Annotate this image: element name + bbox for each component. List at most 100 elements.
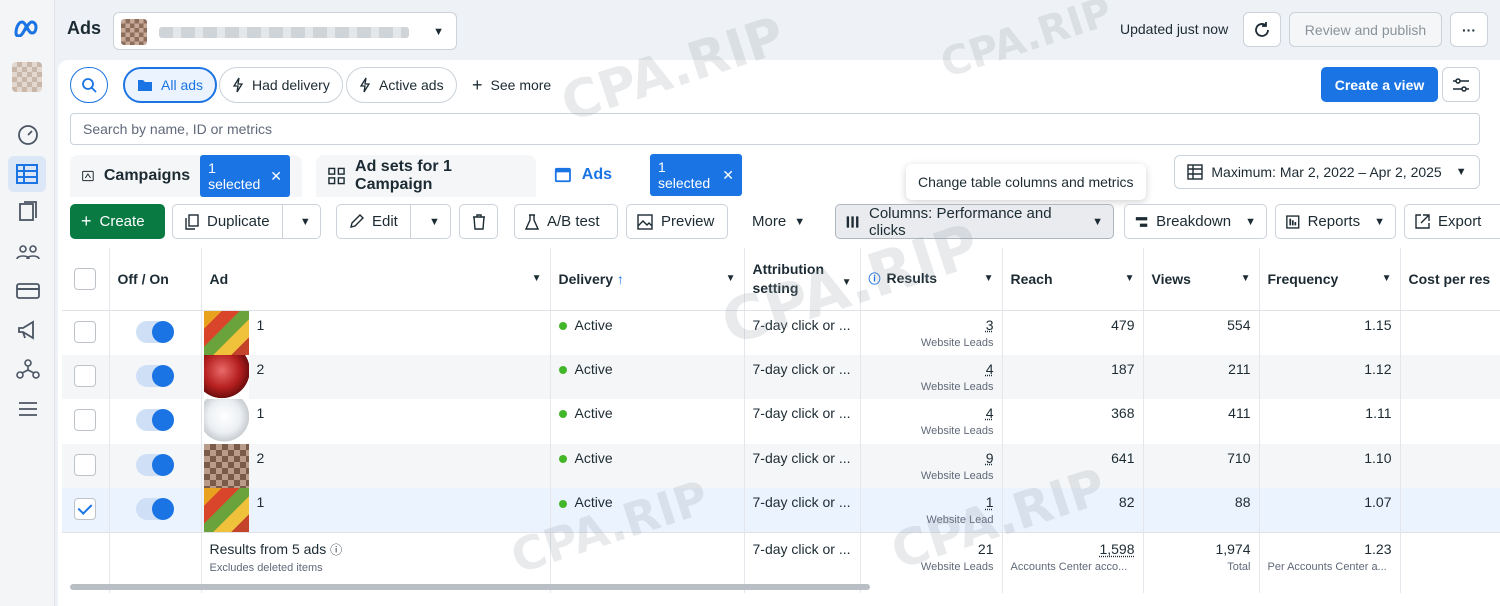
ad-name-cell[interactable]: 2 (201, 354, 551, 400)
ad-on-off-toggle[interactable] (135, 320, 174, 343)
table-row[interactable]: 2 Active 7-day click or ... 9 Website Leads 6… (62, 443, 1500, 489)
ad-name-cell[interactable]: 1 (201, 310, 551, 355)
edit-button[interactable]: Edit (337, 205, 411, 238)
col-header-cost-per-result[interactable]: Cost per res (1400, 248, 1500, 311)
duplicate-dropdown-caret[interactable]: ▼ (291, 205, 320, 238)
close-icon[interactable]: ✕ (722, 167, 734, 184)
col-header-frequency[interactable]: Frequency ▼ (1259, 248, 1401, 311)
business-tools-icon[interactable] (14, 355, 42, 383)
select-all-checkbox[interactable] (74, 268, 96, 291)
close-icon[interactable]: ✕ (270, 168, 282, 185)
row-checkbox[interactable] (74, 453, 96, 476)
breakdown-button[interactable]: Breakdown ▼ (1124, 204, 1267, 239)
ad-name-cell[interactable]: 1 (201, 488, 551, 533)
ad-name[interactable]: 2 (257, 361, 265, 377)
more-options-button[interactable]: ··· (1450, 12, 1488, 47)
chevron-down-icon[interactable]: ▼ (1241, 273, 1251, 284)
audiences-icon[interactable] (14, 238, 42, 266)
billing-card-icon[interactable] (14, 277, 42, 305)
ad-thumbnail (203, 399, 249, 444)
search-input[interactable]: Search by name, ID or metrics (70, 113, 1480, 145)
ad-on-off-toggle[interactable] (135, 364, 174, 387)
delete-button[interactable] (459, 204, 498, 239)
ad-name[interactable]: 1 (257, 494, 265, 510)
col-header-reach[interactable]: Reach ▼ (1002, 248, 1144, 311)
info-icon[interactable]: ⓘ (330, 543, 342, 557)
filter-active-ads[interactable]: Active ads (346, 67, 457, 103)
export-button[interactable]: Export (1404, 204, 1500, 239)
menu-hamburger-icon[interactable] (14, 395, 42, 423)
create-button[interactable]: + Create (70, 204, 165, 239)
table-row[interactable]: 1 Active 7-day click or ... 4 Website Leads 3… (62, 399, 1500, 444)
chevron-down-icon[interactable]: ▼ (1382, 273, 1392, 284)
views-cell: 211 (1143, 354, 1260, 400)
row-checkbox[interactable] (74, 498, 96, 521)
see-more-filters[interactable]: + See more (460, 67, 564, 103)
account-avatar[interactable] (12, 62, 42, 92)
ad-name[interactable]: 1 (257, 317, 265, 333)
col-header-ad[interactable]: Ad ▼ (201, 248, 551, 311)
review-publish-button[interactable]: Review and publish (1289, 12, 1442, 47)
dashboard-gauge-icon[interactable] (14, 121, 42, 149)
ad-name[interactable]: 1 (257, 405, 265, 421)
table-row[interactable]: 1 Active 7-day click or ... 1 Website Lead 82… (62, 488, 1500, 533)
ad-on-off-toggle[interactable] (135, 453, 174, 476)
totals-reach[interactable]: 1,598 (1099, 541, 1134, 557)
ad-name-cell[interactable]: 2 (201, 443, 551, 489)
ads-manager-table-icon[interactable] (8, 156, 46, 192)
reports-button[interactable]: Reports ▼ (1275, 204, 1396, 239)
chevron-down-icon[interactable]: ▼ (532, 273, 542, 284)
chevron-down-icon[interactable]: ▼ (842, 273, 852, 292)
results-value[interactable]: 4 (986, 405, 994, 421)
date-range-picker[interactable]: Maximum: Mar 2, 2022 – Apr 2, 2025 ▼ (1174, 155, 1480, 189)
more-actions-button[interactable]: More ▼ (742, 204, 812, 239)
row-checkbox[interactable] (74, 409, 96, 432)
col-header-delivery[interactable]: Delivery ↑ ▼ (550, 248, 745, 311)
col-header-views[interactable]: Views ▼ (1143, 248, 1260, 311)
create-view-button[interactable]: Create a view (1321, 67, 1438, 102)
search-toggle-button[interactable] (70, 67, 108, 103)
sort-ascending-icon[interactable]: ↑ (617, 271, 624, 287)
table-row[interactable]: 2 Active 7-day click or ... 4 Website Leads 1… (62, 354, 1500, 400)
edit-dropdown-caret[interactable]: ▼ (419, 205, 450, 238)
col-header-attribution[interactable]: Attribution setting ▼ (744, 248, 861, 311)
pages-icon[interactable] (14, 198, 42, 226)
preview-button[interactable]: Preview (626, 204, 728, 239)
horizontal-scrollbar[interactable] (70, 584, 870, 590)
row-checkbox[interactable] (74, 320, 96, 343)
results-value[interactable]: 4 (986, 361, 994, 377)
chevron-down-icon[interactable]: ▼ (726, 273, 736, 284)
active-status-dot (558, 410, 567, 419)
ad-on-off-toggle[interactable] (135, 498, 174, 521)
col-header-results[interactable]: ⓘ Results ▼ (860, 248, 1003, 311)
results-value[interactable]: 3 (986, 317, 994, 333)
chevron-down-icon[interactable]: ▼ (1125, 273, 1135, 284)
tab-campaigns[interactable]: Campaigns 1 selected ✕ (70, 155, 302, 197)
megaphone-icon[interactable] (14, 316, 42, 344)
chevron-down-icon[interactable]: ▼ (984, 273, 994, 284)
col-header-off-on[interactable]: Off / On (109, 248, 202, 311)
columns-button[interactable]: Columns: Performance and clicks ▼ (835, 204, 1114, 239)
filter-all-ads[interactable]: All ads (123, 67, 218, 103)
table-row[interactable]: 1 Active 7-day click or ... 3 Website Leads 4… (62, 310, 1500, 355)
results-value[interactable]: 9 (986, 450, 994, 466)
ads-selection-badge[interactable]: 1 selected ✕ (650, 154, 742, 196)
ad-account-selector[interactable]: ▼ (113, 12, 457, 50)
refresh-button[interactable] (1243, 12, 1281, 47)
campaigns-selection-badge[interactable]: 1 selected ✕ (200, 155, 290, 197)
ad-on-off-toggle[interactable] (135, 409, 174, 432)
results-cell: 9 Website Leads (860, 443, 1003, 489)
filter-had-delivery[interactable]: Had delivery (219, 67, 343, 103)
ab-test-button[interactable]: A/B test (514, 204, 618, 239)
ad-name-cell[interactable]: 1 (201, 399, 551, 444)
tab-ad-sets[interactable]: Ad sets for 1 Campaign (316, 155, 536, 197)
view-settings-button[interactable] (1442, 67, 1480, 102)
info-icon[interactable]: ⓘ (869, 272, 881, 286)
frequency-cell: 1.15 (1259, 310, 1401, 355)
row-checkbox[interactable] (74, 364, 96, 387)
duplicate-button[interactable]: Duplicate (173, 205, 283, 238)
ad-name[interactable]: 2 (257, 450, 265, 466)
tab-ads[interactable]: Ads 1 selected ✕ (542, 153, 754, 197)
results-value[interactable]: 1 (986, 494, 994, 510)
meta-logo-icon[interactable] (12, 14, 44, 42)
